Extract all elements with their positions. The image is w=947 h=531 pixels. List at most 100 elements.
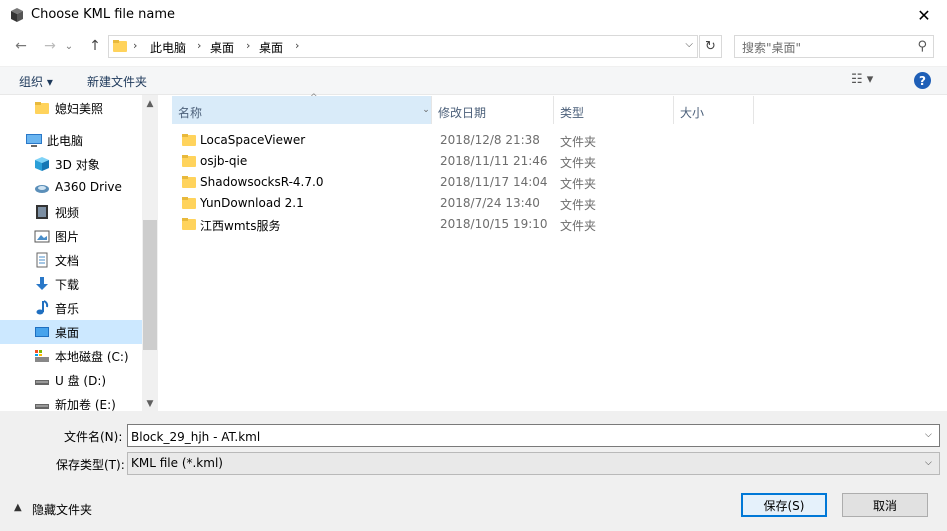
chevron-down-icon[interactable]: ⌵ bbox=[925, 430, 932, 440]
filename-input[interactable] bbox=[127, 424, 940, 447]
title-bar: Choose KML file name ✕ bbox=[0, 0, 947, 30]
pictures-icon bbox=[34, 228, 50, 244]
sidebar-item-documents[interactable]: 文档 bbox=[0, 248, 142, 272]
up-icon[interactable]: ↑ bbox=[84, 36, 106, 56]
sidebar-item-music[interactable]: 音乐 bbox=[0, 296, 142, 320]
breadcrumb-this-pc[interactable]: 此电脑 bbox=[150, 39, 186, 56]
sidebar-item-local-disk-c[interactable]: 本地磁盘 (C:) bbox=[0, 344, 142, 368]
desktop-icon bbox=[34, 324, 50, 340]
sidebar-item-a360-drive[interactable]: A360 Drive bbox=[0, 176, 142, 200]
file-name: LocaSpaceViewer bbox=[200, 133, 306, 147]
sidebar-item-label: A360 Drive bbox=[55, 180, 122, 194]
sidebar-item-label: 文档 bbox=[55, 254, 80, 268]
sidebar-item-label: 视频 bbox=[55, 206, 80, 220]
search-input[interactable]: 搜索"桌面" ⚲ bbox=[734, 35, 934, 58]
sidebar-item-desktop[interactable]: 桌面 bbox=[0, 320, 142, 344]
sidebar-item-videos[interactable]: 视频 bbox=[0, 200, 142, 224]
file-type: 文件夹 bbox=[560, 135, 597, 149]
scroll-down-icon[interactable]: ▼ bbox=[142, 396, 158, 412]
file-date: 2018/11/17 14:04 bbox=[440, 175, 548, 189]
scroll-up-icon[interactable]: ▲ bbox=[142, 96, 158, 112]
folder-icon bbox=[182, 154, 196, 168]
sidebar-item-label: 新加卷 (E:) bbox=[55, 398, 116, 411]
refresh-icon[interactable]: ↻ bbox=[699, 35, 722, 58]
search-placeholder: 搜索"桌面" bbox=[742, 41, 802, 55]
file-row[interactable]: LocaSpaceViewer 2018/12/8 21:38 文件夹 bbox=[175, 130, 795, 151]
column-date[interactable]: 修改日期 bbox=[432, 96, 554, 124]
file-name: 江西wmts服务 bbox=[200, 219, 281, 233]
crumb-separator: › bbox=[295, 39, 300, 52]
chevron-up-icon[interactable]: ▲ bbox=[14, 502, 22, 513]
sidebar-item-label: 音乐 bbox=[55, 302, 80, 316]
folder-icon bbox=[34, 100, 50, 116]
sidebar-item-downloads[interactable]: 下载 bbox=[0, 272, 142, 296]
chevron-down-icon[interactable]: ⌵ bbox=[925, 458, 932, 468]
file-type: 文件夹 bbox=[560, 177, 597, 191]
sidebar-item-volume-e[interactable]: 新加卷 (E:) bbox=[0, 392, 142, 411]
column-type[interactable]: 类型 bbox=[554, 96, 674, 124]
cancel-button[interactable]: 取消 bbox=[842, 493, 928, 517]
file-name: ShadowsocksR-4.7.0 bbox=[200, 175, 324, 189]
column-resize-icon[interactable]: ⌄ bbox=[420, 96, 432, 124]
app-icon bbox=[10, 7, 24, 23]
sidebar-item-folder[interactable]: 媳妇美照 bbox=[0, 96, 142, 120]
file-row[interactable]: 江西wmts服务 2018/10/15 19:10 文件夹 bbox=[175, 214, 795, 235]
address-bar[interactable]: › 此电脑 › 桌面 › 桌面 › ⌵ bbox=[108, 35, 698, 58]
file-date: 2018/10/15 19:10 bbox=[440, 217, 548, 231]
view-options-icon[interactable]: ☷ ▾ bbox=[851, 72, 873, 87]
videos-icon bbox=[34, 204, 50, 220]
command-bar: 组织 ▾ 新建文件夹 ☷ ▾ ? bbox=[0, 66, 947, 95]
sidebar-item-this-pc[interactable]: 此电脑 bbox=[0, 128, 142, 152]
column-name[interactable]: 名称 ^ bbox=[172, 93, 432, 124]
file-type: 文件夹 bbox=[560, 156, 597, 170]
help-icon[interactable]: ? bbox=[914, 72, 931, 89]
back-icon[interactable]: ← bbox=[10, 36, 32, 56]
documents-icon bbox=[34, 252, 50, 268]
column-size[interactable]: 大小 bbox=[674, 96, 754, 124]
sidebar-item-label: 本地磁盘 (C:) bbox=[55, 350, 129, 364]
filetype-label: 保存类型(T): bbox=[56, 458, 125, 472]
column-header: 名称 ^ ⌄ 修改日期 类型 大小 bbox=[160, 93, 947, 124]
crumb-separator: › bbox=[246, 39, 251, 52]
local-disk-icon bbox=[34, 348, 50, 364]
music-icon bbox=[34, 300, 50, 316]
folder-icon bbox=[182, 217, 196, 231]
sidebar-item-label: 图片 bbox=[55, 230, 80, 244]
a360-drive-icon bbox=[34, 180, 50, 196]
crumb-separator: › bbox=[197, 39, 202, 52]
file-row[interactable]: osjb-qie 2018/11/11 21:46 文件夹 bbox=[175, 151, 795, 172]
file-name: osjb-qie bbox=[200, 154, 248, 168]
recent-locations-icon[interactable]: ⌄ bbox=[62, 36, 76, 56]
file-row[interactable]: YunDownload 2.1 2018/7/24 13:40 文件夹 bbox=[175, 193, 795, 214]
search-icon[interactable]: ⚲ bbox=[917, 39, 927, 54]
chevron-down-icon[interactable]: ⌵ bbox=[685, 39, 693, 50]
sidebar-item-label: 桌面 bbox=[55, 326, 80, 340]
folder-icon bbox=[182, 133, 196, 147]
crumb-separator: › bbox=[133, 39, 138, 52]
sidebar-scrollbar-thumb[interactable] bbox=[143, 220, 157, 350]
forward-icon[interactable]: → bbox=[39, 36, 61, 56]
hide-folders-toggle[interactable]: 隐藏文件夹 bbox=[32, 501, 92, 518]
sidebar-item-label: 下载 bbox=[55, 278, 80, 292]
window-title: Choose KML file name bbox=[31, 7, 176, 22]
sidebar-item-usb-d[interactable]: U 盘 (D:) bbox=[0, 368, 142, 392]
new-folder-button[interactable]: 新建文件夹 bbox=[87, 73, 147, 90]
sort-arrow-icon: ^ bbox=[310, 93, 318, 103]
sidebar-item-3d-objects[interactable]: 3D 对象 bbox=[0, 152, 142, 176]
file-row[interactable]: ShadowsocksR-4.7.0 2018/11/17 14:04 文件夹 bbox=[175, 172, 795, 193]
organize-button[interactable]: 组织 ▾ bbox=[19, 73, 53, 90]
file-type: 文件夹 bbox=[560, 198, 597, 212]
close-icon[interactable]: ✕ bbox=[901, 0, 947, 30]
sidebar-item-label: 此电脑 bbox=[47, 134, 84, 148]
usb-drive-icon bbox=[34, 372, 50, 388]
save-button[interactable]: 保存(S) bbox=[741, 493, 827, 517]
folder-icon bbox=[182, 175, 196, 189]
folder-icon bbox=[113, 39, 127, 53]
breadcrumb-desktop[interactable]: 桌面 bbox=[210, 39, 234, 56]
breadcrumb-desktop-current[interactable]: 桌面 bbox=[259, 39, 283, 56]
folder-icon bbox=[182, 196, 196, 210]
sidebar-item-pictures[interactable]: 图片 bbox=[0, 224, 142, 248]
volume-icon bbox=[34, 396, 50, 411]
filetype-select[interactable]: KML file (*.kml) bbox=[127, 452, 940, 475]
file-name: YunDownload 2.1 bbox=[200, 196, 304, 210]
